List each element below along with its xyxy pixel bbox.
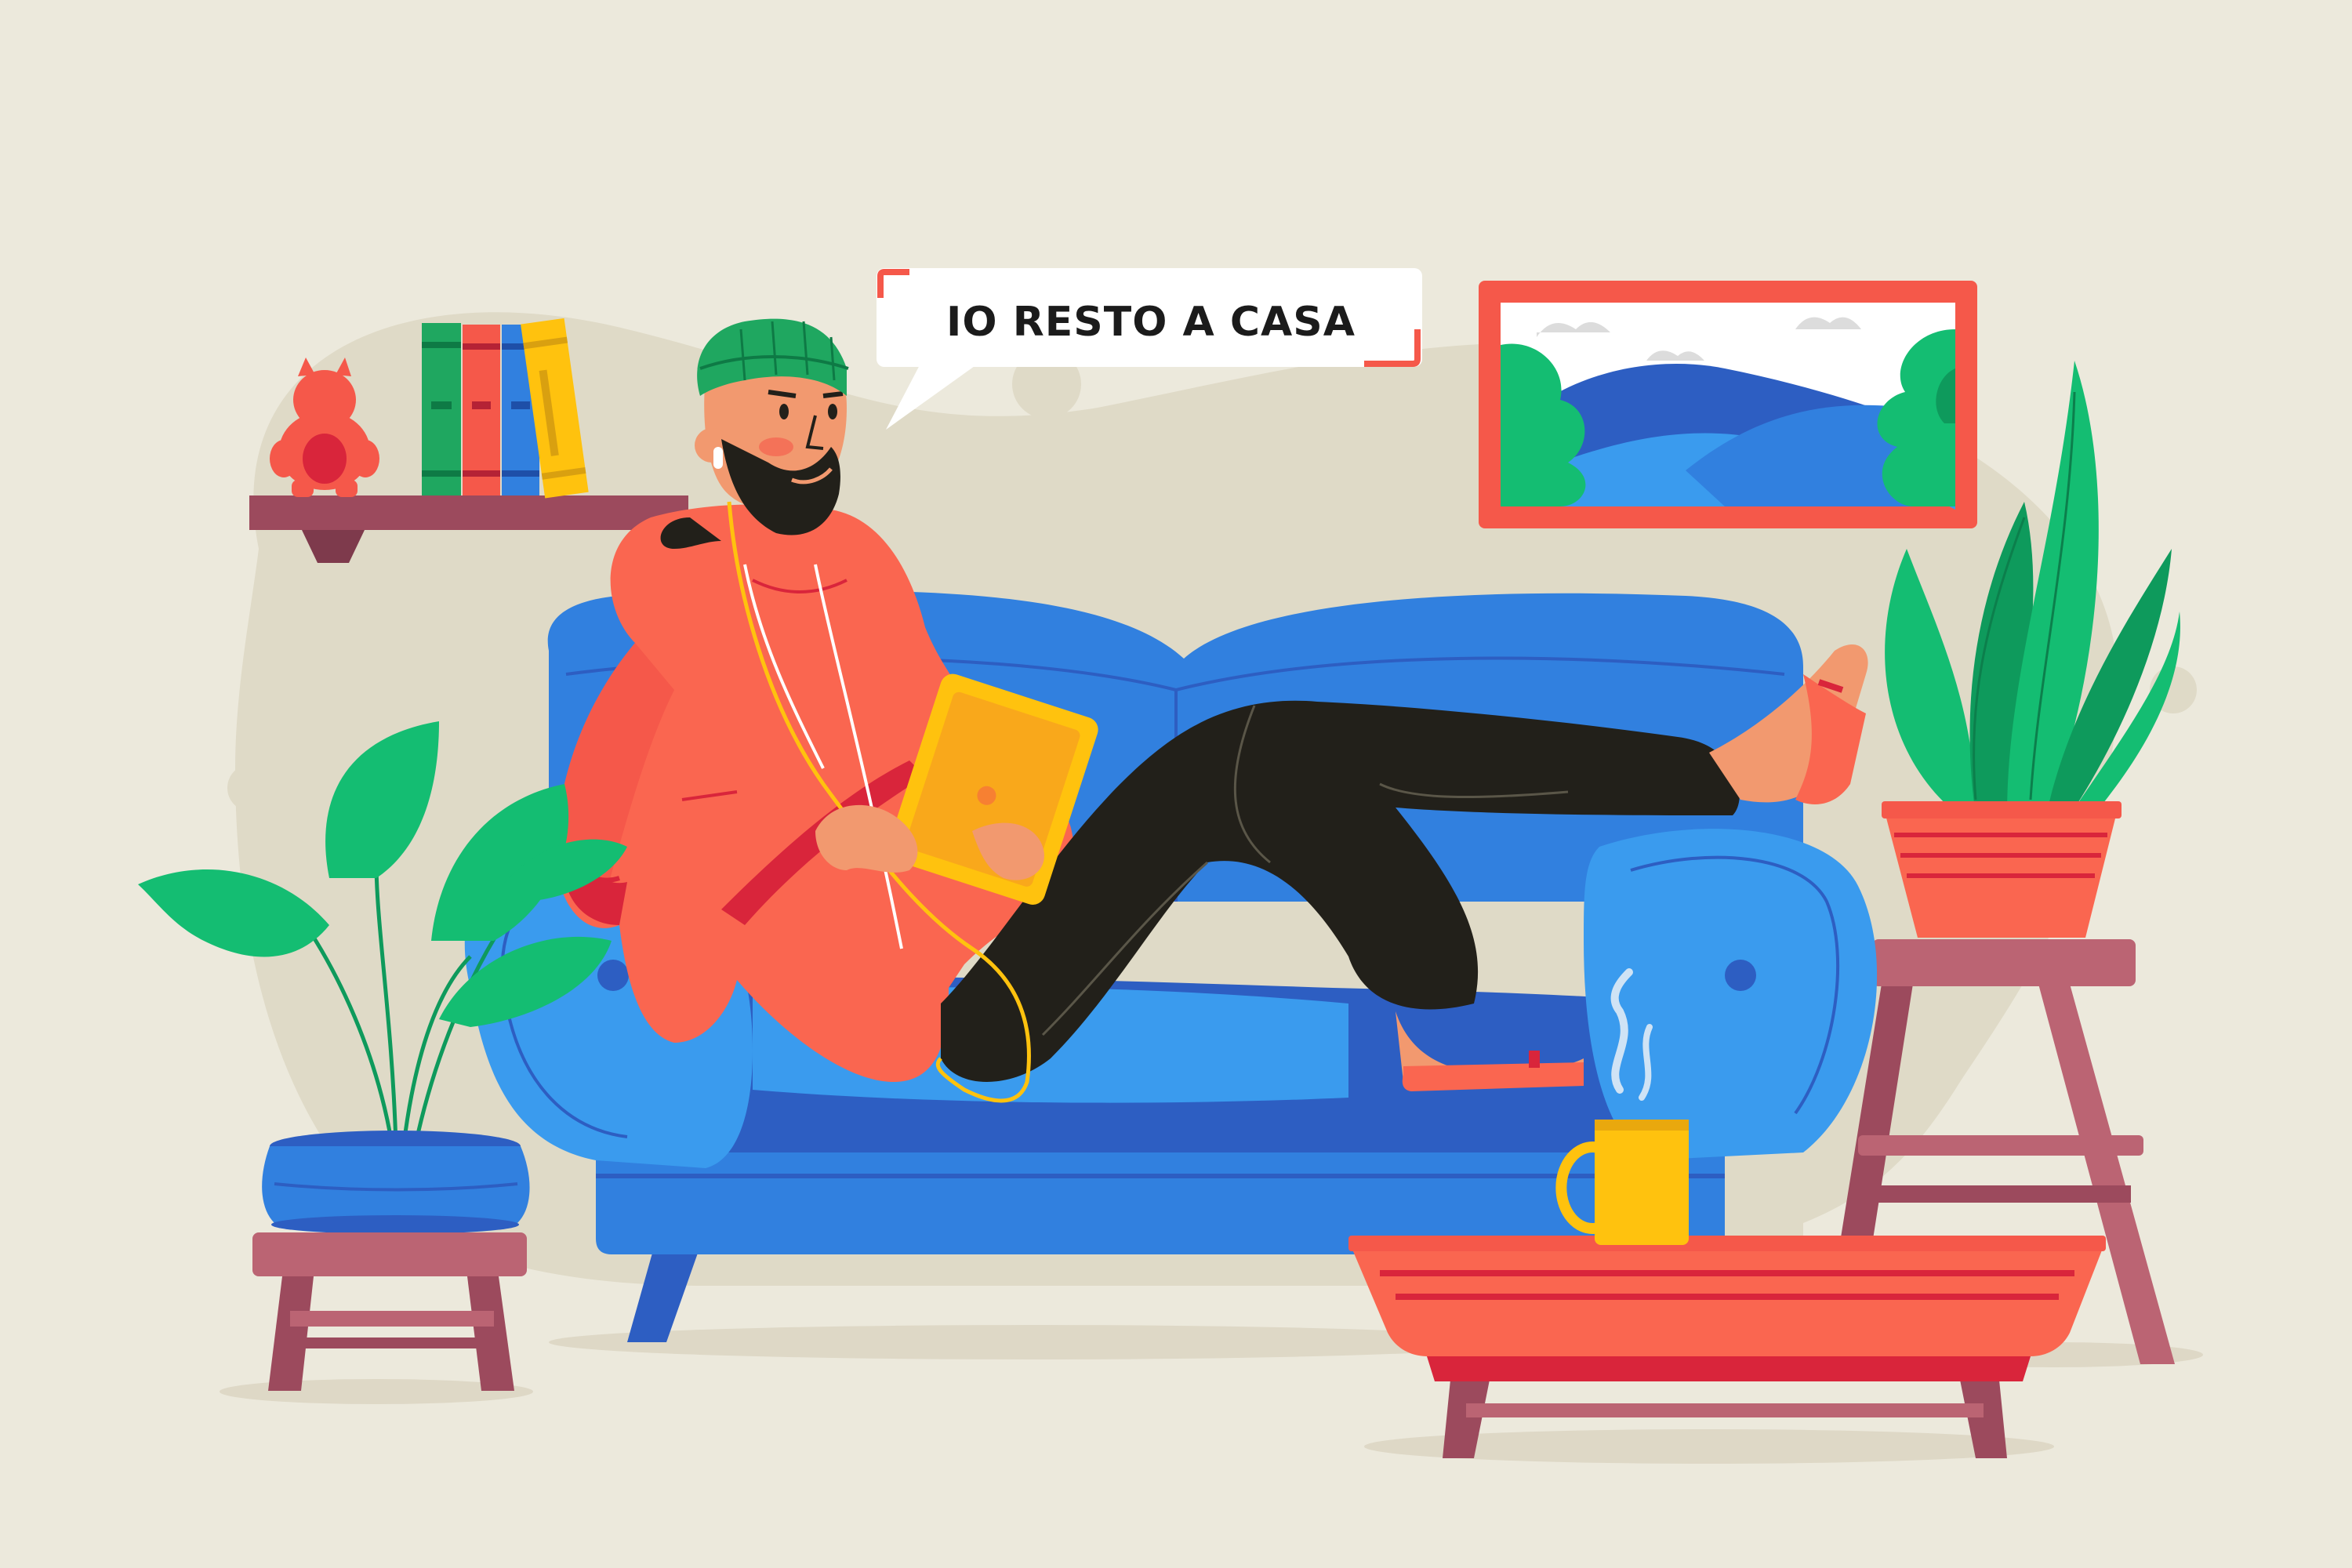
right-plant-pot — [1882, 801, 2122, 938]
eye — [779, 404, 789, 419]
illustration-canvas: IO RESTO A CASA — [0, 0, 2352, 1568]
book-row — [422, 318, 589, 499]
sofa-button — [1725, 960, 1756, 991]
floor-shadow — [549, 1325, 1521, 1359]
left-plant-pot — [262, 1131, 530, 1234]
speech-bubble-text: IO RESTO A CASA — [946, 299, 1356, 346]
eye — [828, 404, 837, 419]
earbud — [713, 447, 723, 469]
framed-landscape-picture — [1479, 281, 1977, 528]
red-book — [463, 325, 500, 495]
sofa-right-arm — [1584, 829, 1878, 1160]
decor-dot — [227, 764, 274, 811]
sofa-button — [597, 960, 629, 991]
